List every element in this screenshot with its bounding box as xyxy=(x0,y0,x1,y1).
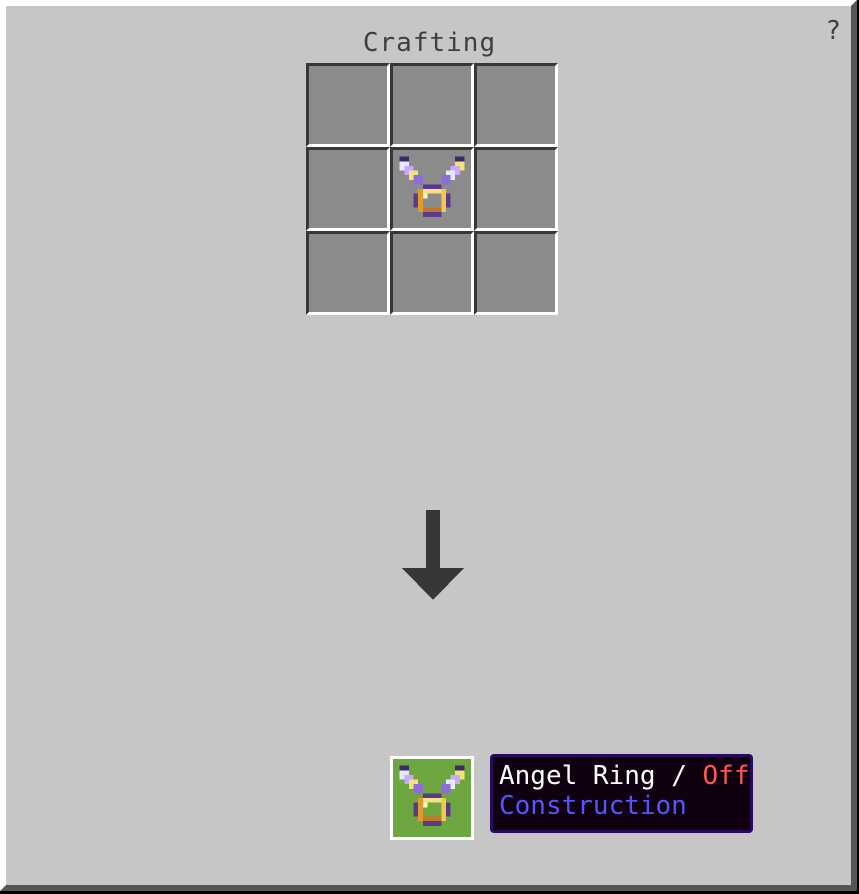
crafting-slot-9[interactable] xyxy=(474,231,558,315)
arrow-down-icon xyxy=(402,510,464,600)
crafting-slot-6[interactable] xyxy=(474,147,558,231)
window-title: Crafting xyxy=(362,28,497,58)
help-button[interactable]: ? xyxy=(825,16,841,46)
crafting-slot-5[interactable] xyxy=(390,147,474,231)
crafting-slot-4[interactable] xyxy=(306,147,390,231)
item-tooltip: Angel Ring / Off Construction xyxy=(490,754,753,833)
result-slot[interactable] xyxy=(390,756,474,840)
tooltip-state: Off xyxy=(702,761,750,791)
crafting-slot-2[interactable] xyxy=(390,63,474,147)
crafting-slot-3[interactable] xyxy=(474,63,558,147)
crafting-slot-1[interactable] xyxy=(306,63,390,147)
crafting-grid xyxy=(306,63,558,315)
crafting-slot-7[interactable] xyxy=(306,231,390,315)
tooltip-title-line: Angel Ring / Off xyxy=(499,761,749,791)
angel-ring-icon xyxy=(399,156,465,217)
angel-ring-icon xyxy=(399,765,465,826)
tooltip-item-name: Angel Ring xyxy=(499,761,656,791)
tooltip-category: Construction xyxy=(499,791,687,821)
crafting-slot-8[interactable] xyxy=(390,231,474,315)
tooltip-separator: / xyxy=(655,761,703,791)
